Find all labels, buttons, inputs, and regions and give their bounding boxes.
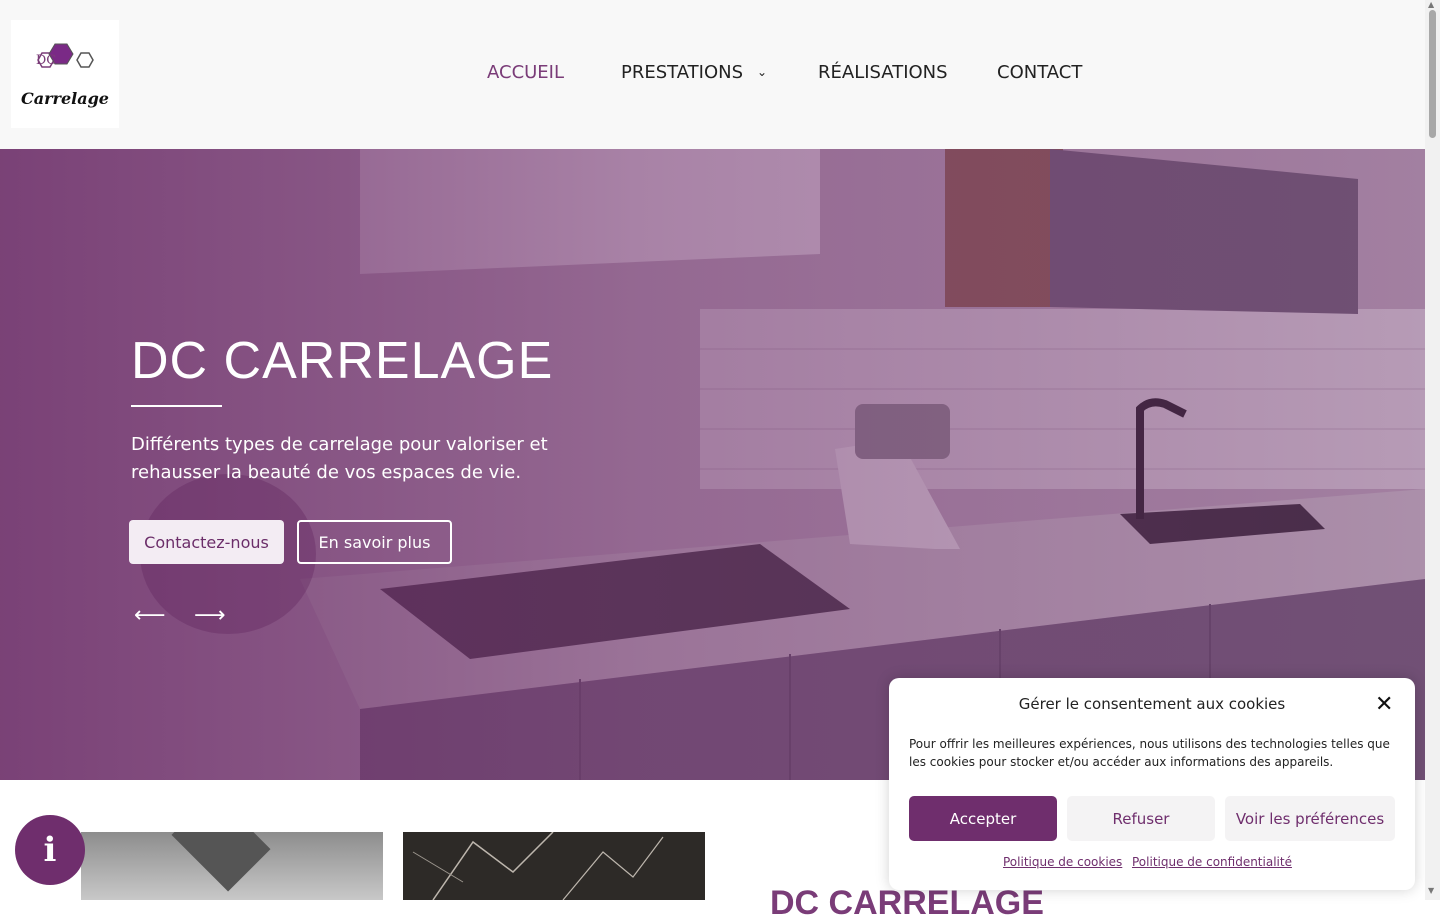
cookie-dialog-title: Gérer le consentement aux cookies — [1018, 695, 1286, 713]
close-icon[interactable]: ✕ — [1375, 692, 1393, 717]
page-scrollbar[interactable]: ▲ ▼ — [1425, 0, 1440, 900]
arrow-right-icon[interactable]: ⟶ — [194, 603, 226, 628]
scrollbar-thumb[interactable] — [1429, 10, 1436, 138]
nav-item-accueil[interactable]: ACCUEIL — [487, 62, 564, 83]
learn-more-button[interactable]: En savoir plus — [297, 520, 452, 564]
info-icon[interactable]: i — [15, 815, 85, 885]
view-preferences-button[interactable]: Voir les préférences — [1225, 796, 1395, 841]
site-header: DC Carrelage ACCUEIL PRESTATIONS ⌄ RÉALIS… — [0, 0, 1425, 149]
arrow-left-icon[interactable]: ⟵ — [134, 603, 166, 628]
cookie-dialog-text: Pour offrir les meilleures expériences, … — [909, 737, 1390, 769]
svg-text:Carrelage: Carrelage — [21, 89, 109, 108]
nav-item-prestations[interactable]: PRESTATIONS ⌄ — [621, 62, 767, 83]
nav-item-realisations[interactable]: RÉALISATIONS — [818, 62, 948, 83]
cookie-consent-dialog: Gérer le consentement aux cookies ✕ Pour… — [889, 678, 1415, 890]
accept-cookies-button[interactable]: Accepter — [909, 796, 1057, 841]
contact-button[interactable]: Contactez-nous — [129, 520, 284, 564]
scroll-down-icon[interactable]: ▼ — [1428, 886, 1434, 895]
nav-item-contact[interactable]: CONTACT — [997, 62, 1082, 83]
cookie-policy-link[interactable]: Politique de cookies — [1003, 855, 1122, 869]
gallery-image-marble — [403, 832, 705, 900]
main-nav: ACCUEIL PRESTATIONS ⌄ RÉALISATIONS CONTAC… — [0, 62, 1425, 88]
refuse-cookies-button[interactable]: Refuser — [1067, 796, 1215, 841]
hero-title: DC CARRELAGE — [131, 332, 554, 390]
privacy-policy-link[interactable]: Politique de confidentialité — [1132, 855, 1292, 869]
chevron-down-icon: ⌄ — [757, 65, 768, 79]
scroll-up-icon[interactable]: ▲ — [1428, 0, 1434, 9]
gallery-image-bathroom — [81, 832, 383, 900]
hero-divider — [131, 405, 222, 407]
nav-item-prestations-label: PRESTATIONS — [621, 62, 744, 83]
hero-description: Différents types de carrelage pour valor… — [131, 434, 548, 483]
